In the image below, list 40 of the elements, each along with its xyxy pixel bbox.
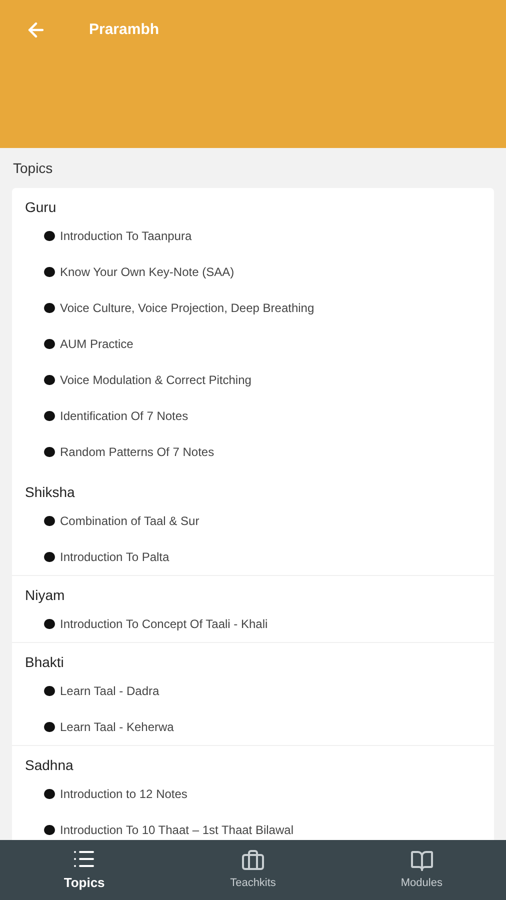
topic-item[interactable]: Learn Taal - Keherwa	[60, 718, 174, 736]
bullet-icon	[44, 447, 55, 457]
bullet-icon	[44, 231, 55, 241]
bullet-icon	[44, 303, 55, 313]
nav-tab[interactable]: Modules	[337, 840, 506, 900]
screen-title: Prarambh	[89, 20, 160, 40]
bullet-icon	[44, 375, 55, 385]
group-title: Bhakti	[25, 652, 64, 672]
topic-item[interactable]: Random Patterns Of 7 Notes	[60, 443, 214, 461]
topic-item[interactable]: Know Your Own Key-Note (SAA)	[60, 263, 234, 281]
bullet-icon	[44, 552, 55, 562]
topic-item[interactable]: Introduction To 10 Thaat – 1st Thaat Bilawal	[60, 821, 294, 839]
bullet-icon	[44, 411, 55, 421]
topic-item[interactable]: Introduction To Palta	[60, 548, 170, 566]
nav-tab[interactable]: Topics	[0, 840, 169, 900]
bullet-icon	[44, 722, 55, 732]
bullet-icon	[44, 789, 55, 799]
topic-item[interactable]: Introduction to 12 Notes	[60, 785, 188, 803]
topic-item[interactable]: Introduction To Concept Of Taali - Khali	[60, 615, 268, 633]
book-icon	[410, 848, 434, 873]
topic-item[interactable]: AUM Practice	[60, 335, 134, 353]
topic-item[interactable]: Voice Culture, Voice Projection, Deep Breathing	[60, 299, 314, 317]
topic-item[interactable]: Learn Taal - Dadra	[60, 682, 160, 700]
section-label: Topics	[13, 158, 53, 178]
bullet-icon	[44, 619, 55, 629]
bullet-icon	[44, 267, 55, 277]
group-title: Sadhna	[25, 756, 74, 774]
bullet-icon	[44, 339, 55, 349]
group-title: Niyam	[25, 586, 65, 605]
topic-item[interactable]: Voice Modulation & Correct Pitching	[60, 371, 252, 389]
topic-item[interactable]: Combination of Taal & Sur	[60, 512, 200, 530]
nav-tab[interactable]: Teachkits	[168, 840, 338, 900]
briefcase-icon	[241, 848, 265, 873]
topic-item[interactable]: Identification Of 7 Notes	[60, 407, 188, 425]
topic-item[interactable]: Introduction To Taanpura	[60, 227, 192, 245]
bullet-icon	[44, 825, 55, 835]
group-title: Shiksha	[25, 482, 75, 502]
group-title: Guru	[25, 198, 56, 216]
bullet-icon	[44, 686, 55, 696]
bullet-icon	[44, 516, 55, 526]
